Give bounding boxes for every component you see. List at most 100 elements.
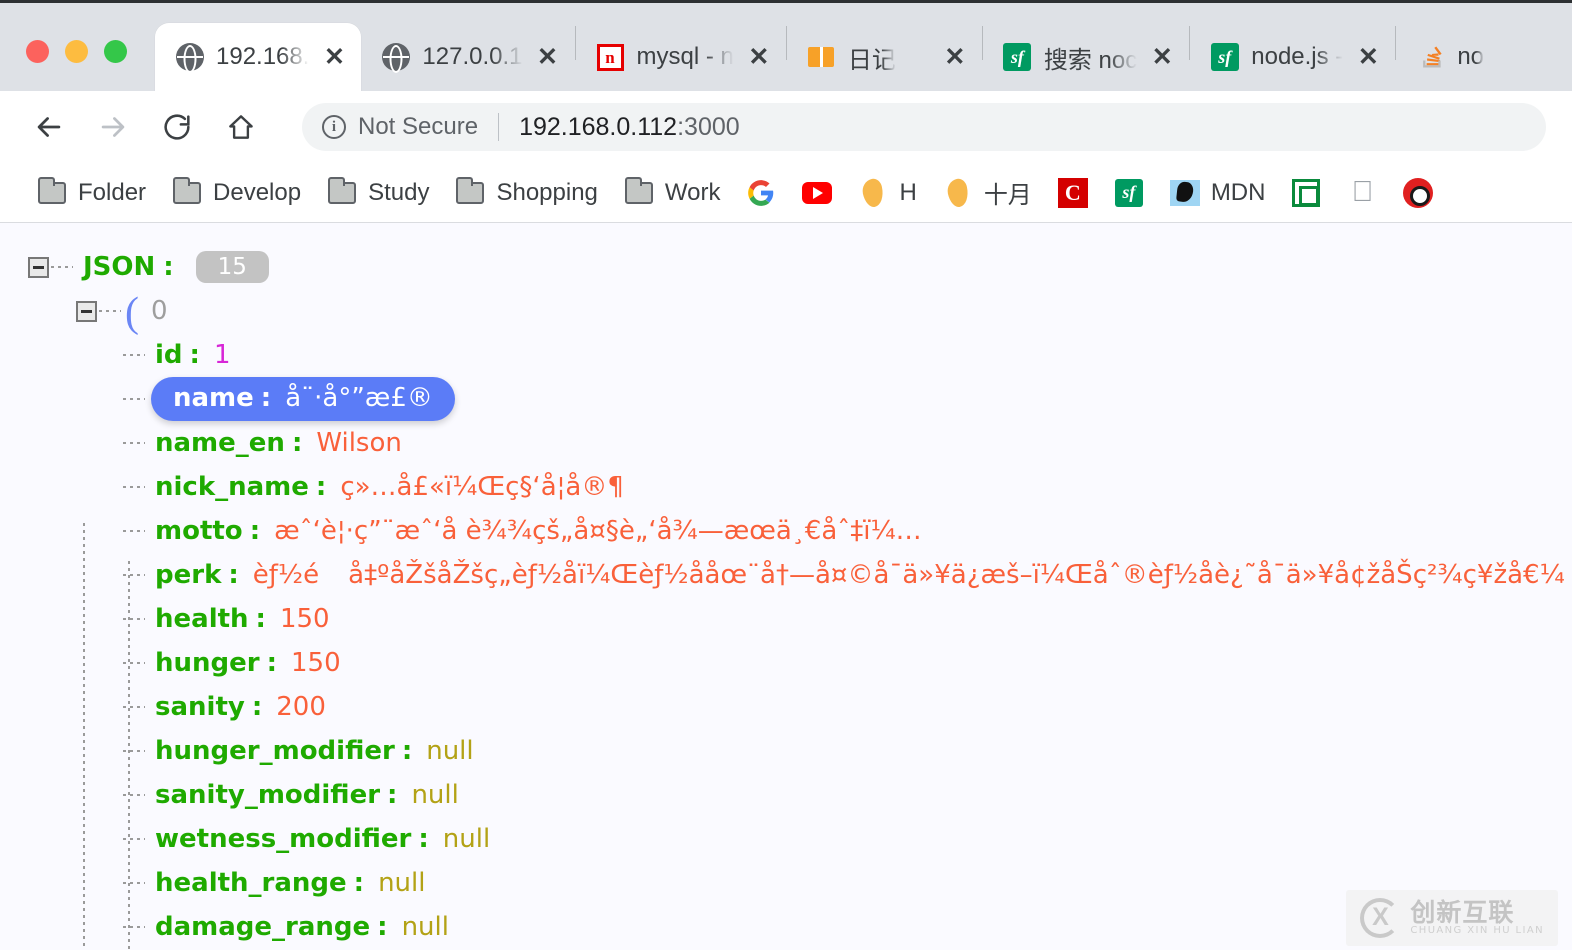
json-key: wetness_modifier [155,824,412,854]
tab-mysql-navicat[interactable]: n mysql - n ✕ [576,23,786,91]
globe-icon [381,43,410,72]
json-entry-damage-range[interactable]: damage_range : null [28,905,1572,949]
json-value: æˆ‘è¦·ç”¨æˆ‘å è¾¾çš„å¤§è„‘å¾—æœä¸€åˆ‡ï¼… [274,516,922,546]
json-colon: : [249,516,261,546]
home-button[interactable] [218,104,264,150]
watermark-cn: 创新互联 [1410,897,1515,927]
bookmark-shiyue[interactable]: 十月 [930,171,1045,215]
json-entry-name[interactable]: name : å¨·å°”æ£® [28,377,1572,421]
segmentfault-icon: sf [1210,43,1239,72]
json-root-row: JSON : 15 [28,245,1572,289]
folder-icon [327,176,357,208]
tab-title: 日记 [847,46,896,74]
json-entry-nick-name[interactable]: nick_name : ç»…å£«ï¼Œç§‘å¦å®¶ [28,465,1572,509]
json-entry-health-range[interactable]: health_range : null [28,861,1572,905]
tab-stackoverflow[interactable]: no [1396,23,1498,91]
bookmark-develop[interactable]: Develop [159,171,314,215]
bookmark-youtube[interactable] [789,171,845,215]
close-icon[interactable]: ✕ [321,44,347,70]
bookmark-segmentfault[interactable]: sf [1101,171,1157,215]
close-icon[interactable]: ✕ [535,44,561,70]
json-entry-sanity[interactable]: sanity : 200 [28,685,1572,729]
collapse-root-toggle[interactable] [28,256,49,278]
bookmark-red-circle[interactable] [1390,171,1446,215]
json-array-index-row: ( 0 [28,289,1572,334]
json-tree: JSON : 15 ( 0 id : 1 name: å¨·å°”æ£® na… [0,223,1572,949]
tree-connector [123,442,145,444]
folder-icon [172,176,202,208]
close-icon[interactable]: ✕ [746,44,772,70]
url-text: 192.168.0.112:3000 [519,113,740,142]
bookmark-label: H [899,178,917,206]
forward-button[interactable] [90,104,136,150]
array-index-label: 0 [151,296,168,326]
json-entry-health[interactable]: health : 150 [28,597,1572,641]
json-key: name [173,383,254,413]
tab-strip: 192.168. ✕ 127.0.0.1 ✕ n mysql - n ✕ 日记 … [0,8,1572,91]
bookmark-label: Study [368,178,430,206]
tab-title: node.js - [1251,43,1344,70]
tree-connector [123,706,145,708]
bookmark-apple[interactable]:  [1334,171,1390,215]
bookmark-work[interactable]: Work [611,171,734,215]
maximize-window-button[interactable] [104,40,127,63]
json-value: null [378,868,426,898]
tree-connector [123,530,145,532]
json-value: null [426,736,474,766]
close-icon[interactable]: ✕ [1149,44,1175,70]
json-entry-wetness-modifier[interactable]: wetness_modifier : null [28,817,1572,861]
stackoverflow-icon [1416,43,1445,72]
json-key: id [155,340,183,370]
bookmark-shopping[interactable]: Shopping [442,171,610,215]
bookmark-folder[interactable]: Folder [24,171,159,215]
bookmarks-bar: Folder Develop Study Shopping Work H 十月 … [0,163,1572,223]
bookmark-label: Folder [78,178,147,206]
json-value: null [401,912,449,942]
json-key: sanity_modifier [155,780,381,810]
bookmark-label: 十月 [983,182,1032,209]
json-entry-name-en[interactable]: name_en : Wilson [28,421,1572,465]
watermark-en: CHUANG XIN HU LIAN [1410,924,1544,936]
back-button[interactable] [26,104,72,150]
address-bar[interactable]: i Not Secure 192.168.0.112:3000 [302,103,1546,151]
bookmark-google[interactable] [733,171,789,215]
reload-button[interactable] [154,104,200,150]
folder-icon [455,176,485,208]
bookmark-mdn[interactable]: MDN [1157,171,1279,215]
bookmark-h[interactable]: H [845,171,929,215]
tab-search-node[interactable]: sf 搜索 noc ✕ [983,23,1189,91]
json-value: 150 [279,604,330,634]
close-window-button[interactable] [26,40,49,63]
bookmark-doubanshu[interactable] [1278,171,1334,215]
json-entry-perk[interactable]: perk : èƒ½é å‡ºåŽšåŽšç„èƒ½åï¼Œèƒ½ååœ¨å†… [28,553,1572,597]
book-icon [807,43,836,72]
json-entry-id[interactable]: id : 1 [28,333,1572,377]
tab-riji[interactable]: 日记 ✕ [787,23,982,91]
doubanshu-icon [1291,178,1321,208]
collapse-index-toggle[interactable] [76,300,97,322]
close-icon[interactable]: ✕ [942,44,968,70]
tab-127-0-0-1[interactable]: 127.0.0.1 ✕ [361,23,574,91]
json-entry-motto[interactable]: motto : æˆ‘è¦·ç”¨æˆ‘å è¾¾çš„å¤§è„‘å¾—æœä… [28,509,1572,553]
json-entry-hunger-modifier[interactable]: hunger_modifier : null [28,729,1572,773]
window-top-strip [0,0,1572,8]
item-count-badge: 15 [195,250,269,284]
bookmark-csdn[interactable]: C [1045,171,1101,215]
info-icon[interactable]: i [322,115,346,139]
json-colon: : [228,560,239,590]
tab-192-168[interactable]: 192.168. ✕ [155,23,362,91]
json-entry-sanity-modifier[interactable]: sanity_modifier : null [28,773,1572,817]
tab-nodejs[interactable]: sf node.js - ✕ [1190,23,1395,91]
json-colon: : [260,383,272,413]
selected-row-highlight[interactable]: name : å¨·å°”æ£® [151,377,455,421]
json-root-label: JSON [83,252,156,282]
json-colon: : [353,868,365,898]
close-icon[interactable]: ✕ [1355,44,1381,70]
minimize-window-button[interactable] [65,40,88,63]
watermark-logo-icon [1360,898,1401,938]
folder-icon [624,176,654,208]
watermark: 创新互联 CHUANG XIN HU LIAN [1346,890,1558,946]
json-key: sanity [155,692,245,722]
bookmark-study[interactable]: Study [314,171,442,215]
json-entry-hunger[interactable]: hunger : 150 [28,641,1572,685]
